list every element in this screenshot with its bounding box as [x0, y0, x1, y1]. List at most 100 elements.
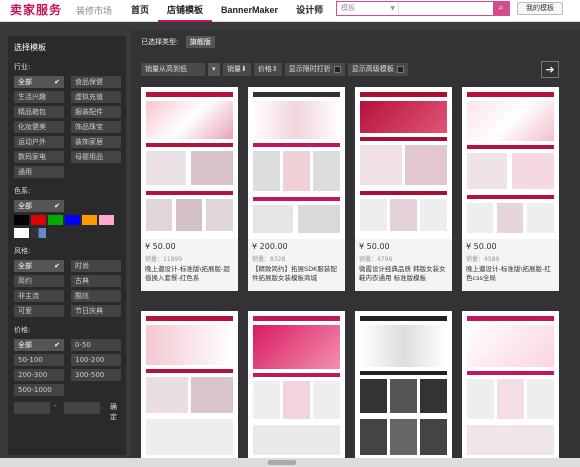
industry-option[interactable]: 饰品珠宝: [71, 121, 121, 133]
template-thumbnail[interactable]: [462, 87, 559, 239]
style-option[interactable]: 简约: [14, 275, 64, 287]
price-option[interactable]: 100-200: [71, 354, 121, 366]
template-thumbnail[interactable]: [248, 87, 345, 239]
industry-option[interactable]: 装饰家居: [71, 136, 121, 148]
style-option[interactable]: 古典: [71, 275, 121, 287]
style-option[interactable]: 非主流: [14, 290, 64, 302]
sort-sales-desc-select[interactable]: 销量从高到低: [141, 63, 205, 76]
price-range: - 确定: [14, 402, 120, 421]
price-confirm-button[interactable]: 确定: [110, 402, 120, 422]
arrow-down-icon: ⬇: [241, 65, 247, 73]
sort-sales-button[interactable]: 销量⬇: [223, 63, 251, 76]
price-option[interactable]: 200-300: [14, 369, 64, 381]
style-option[interactable]: 酷炫: [71, 290, 121, 302]
template-sales: 销量：4589: [466, 256, 500, 263]
price-dash: -: [54, 402, 57, 410]
price-option[interactable]: 全部 ✔: [14, 339, 64, 351]
color-label: 色系:: [14, 187, 31, 195]
industry-option[interactable]: 化妆健美: [14, 121, 64, 133]
template-thumbnail[interactable]: [248, 311, 345, 461]
nav-home[interactable]: 首页: [122, 0, 158, 22]
color-swatch[interactable]: [31, 215, 46, 225]
style-option[interactable]: 节日庆典: [71, 305, 121, 317]
template-name[interactable]: 晚上遛设计-标准版\拓展版-红色css全局: [466, 265, 555, 282]
template-card[interactable]: ¥ 50.00 销量：4796 微霞设计经典品质 韩版女装女鞋内衣通用 标准版模…: [355, 87, 452, 291]
color-swatch[interactable]: [14, 215, 29, 225]
template-card[interactable]: [248, 311, 345, 461]
search-category-select[interactable]: 模板 ▼: [337, 2, 399, 15]
selected-type-chip[interactable]: 旗舰版: [185, 36, 215, 48]
industry-option[interactable]: 服装配件: [71, 106, 121, 118]
template-thumbnail[interactable]: [355, 87, 452, 239]
next-page-arrow-icon[interactable]: ➜: [541, 61, 559, 78]
template-thumbnail[interactable]: [462, 311, 559, 461]
filter-sidebar: 选择模板 行业: 全部 ✔ 食品保健 生活兴趣 虚拟充值 精品箱包 服装配件 化妆…: [8, 36, 126, 455]
style-option[interactable]: 时尚: [71, 260, 121, 272]
style-option[interactable]: 可爱: [14, 305, 64, 317]
checkbox[interactable]: [333, 65, 341, 73]
industry-label: 行业:: [14, 63, 31, 71]
template-name[interactable]: 微霞设计经典品质 韩版女装女鞋内衣通用 标准版模板: [359, 265, 448, 282]
show-limited-discount-toggle[interactable]: 显示限时打折: [284, 63, 345, 76]
template-card[interactable]: ¥ 50.00 销量：4589 晚上遛设计-标准版\拓展版-红色css全局: [462, 87, 559, 291]
nav-bannermaker[interactable]: BannerMaker: [212, 0, 287, 22]
search-icon[interactable]: ⌕: [493, 2, 509, 15]
industry-option[interactable]: 虚拟充值: [71, 91, 121, 103]
color-swatches: [14, 215, 120, 225]
color-option-all[interactable]: 全部 ✔: [14, 200, 64, 212]
industry-option[interactable]: 食品保健: [71, 76, 121, 88]
template-card[interactable]: 高级 ¥ 200.00 销量：8328 【精致简约】拓展SDK服装配件拓展版女装…: [248, 87, 345, 291]
color-all-row: 全部 ✔: [14, 200, 120, 212]
color-swatch[interactable]: [48, 215, 63, 225]
price-option[interactable]: 0-50: [71, 339, 121, 351]
selected-filter-row: 已选择类型: 旗舰版: [141, 36, 215, 48]
color-swatch-multi[interactable]: [31, 228, 46, 238]
template-listing: 已选择类型: 旗舰版 销量从高到低 ▾ 销量⬇ 价格⇕ 显示限时打折 显示高级模…: [131, 30, 580, 461]
show-advanced-toggle[interactable]: 显示高级模板: [347, 63, 408, 76]
sort-bar: 销量从高到低 ▾ 销量⬇ 价格⇕ 显示限时打折 显示高级模板: [141, 63, 408, 76]
search-box: 模板 ▼ ⌕: [336, 1, 510, 16]
sort-price-button[interactable]: 价格⇕: [253, 63, 282, 76]
style-option[interactable]: 全部 ✔: [14, 260, 64, 272]
template-info: ¥ 200.00 销量：8328 【精致简约】拓展SDK服装配件拓展版女装模板商…: [248, 239, 345, 291]
search-input[interactable]: [399, 2, 494, 15]
scrollbar-thumb[interactable]: [268, 460, 296, 465]
template-card[interactable]: [355, 311, 452, 461]
logo-subtitle: 装修市场: [76, 7, 113, 17]
horizontal-scrollbar[interactable]: [0, 458, 580, 467]
industry-option[interactable]: 精品箱包: [14, 106, 64, 118]
template-info: ¥ 50.00 销量：11999 晚上遛设计-标准版\拓展版-超值换入套餐-红色…: [141, 239, 238, 291]
industry-option[interactable]: 数码家电: [14, 151, 64, 163]
industry-option[interactable]: 通用: [14, 166, 64, 178]
template-name[interactable]: 晚上遛设计-标准版\拓展版-超值换入套餐-红色系: [145, 265, 234, 282]
nav-store-templates[interactable]: 店铺模板: [158, 0, 213, 22]
template-card[interactable]: ¥ 50.00 销量：11999 晚上遛设计-标准版\拓展版-超值换入套餐-红色…: [141, 87, 238, 291]
color-swatch[interactable]: [65, 215, 80, 225]
template-card[interactable]: [462, 311, 559, 461]
chevron-down-icon[interactable]: ▾: [208, 63, 220, 76]
industry-option[interactable]: 全部 ✔: [14, 76, 64, 88]
price-min-input[interactable]: [14, 402, 50, 414]
price-option[interactable]: 50-100: [14, 354, 64, 366]
nav-designer[interactable]: 设计师: [287, 0, 332, 22]
template-name[interactable]: 【精致简约】拓展SDK服装配件拓展版女装模板商城: [252, 265, 341, 282]
industry-option[interactable]: 生活兴趣: [14, 91, 64, 103]
industry-option[interactable]: 运动户外: [14, 136, 64, 148]
color-swatch[interactable]: [99, 215, 114, 225]
industry-option[interactable]: 母婴用品: [71, 151, 121, 163]
template-thumbnail[interactable]: [355, 311, 452, 461]
checkbox[interactable]: [396, 65, 404, 73]
color-swatch[interactable]: [82, 215, 97, 225]
price-max-input[interactable]: [64, 402, 100, 414]
logo[interactable]: 卖家服务: [10, 1, 62, 18]
price-option[interactable]: 300-500: [71, 369, 121, 381]
template-thumbnail[interactable]: [141, 311, 238, 461]
price-option[interactable]: 500-1000: [14, 384, 64, 396]
template-price: ¥ 50.00: [359, 242, 390, 251]
color-swatch[interactable]: [14, 228, 29, 238]
template-card[interactable]: [141, 311, 238, 461]
style-options: 全部 ✔ 时尚 简约 古典 非主流 酷炫 可爱 节日庆典: [14, 260, 121, 317]
sidebar-title: 选择模板: [14, 43, 46, 52]
my-templates-button[interactable]: 我的模板: [517, 2, 563, 15]
template-thumbnail[interactable]: [141, 87, 238, 239]
